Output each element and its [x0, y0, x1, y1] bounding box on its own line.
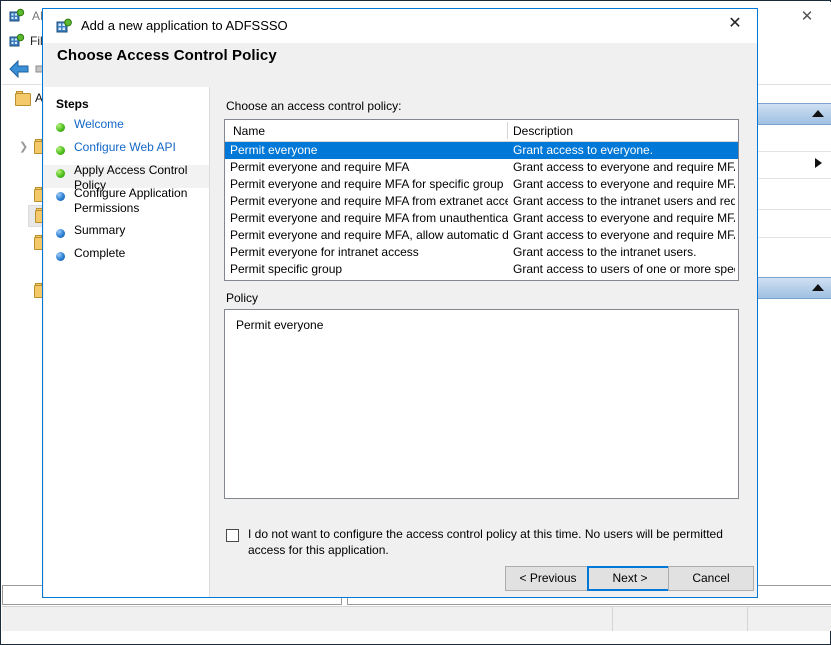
- choose-policy-label: Choose an access control policy:: [226, 99, 402, 113]
- submenu-arrow-icon[interactable]: [815, 158, 822, 168]
- status-bar: [2, 606, 831, 631]
- collapse-triangle-icon[interactable]: [812, 110, 824, 117]
- policy-description: Grant access to everyone.: [513, 143, 654, 157]
- dialog-button-bar: < Previous Next > Cancel: [43, 562, 757, 598]
- policy-name: Permit everyone and require MFA, allow a…: [230, 228, 508, 242]
- column-header-name[interactable]: Name: [233, 124, 265, 138]
- previous-button[interactable]: < Previous: [505, 566, 591, 591]
- step-label: Welcome: [74, 117, 124, 131]
- chevron-right-icon[interactable]: ❯: [19, 140, 28, 153]
- collapse-triangle-icon[interactable]: [812, 284, 824, 291]
- wizard-dialog: Add a new application to ADFSSSO ✕ Choos…: [42, 8, 758, 598]
- sidebar-item-apply-access-control-policy[interactable]: Apply Access Control Policy: [44, 163, 209, 192]
- policy-description: Grant access to users of one or more spe…: [513, 262, 735, 276]
- divider: [612, 607, 613, 631]
- adfs-icon: [9, 8, 25, 24]
- policy-description: Grant access to everyone and require MFA…: [513, 228, 735, 242]
- policy-detail-box[interactable]: Permit everyone: [224, 309, 739, 499]
- policy-name: Permit everyone and require MFA from ext…: [230, 194, 508, 208]
- close-icon[interactable]: ✕: [787, 5, 827, 29]
- table-row[interactable]: Permit everyone and require MFA, allow a…: [225, 227, 738, 244]
- dialog-content: Choose an access control policy: Name De…: [210, 87, 757, 597]
- policy-name: Permit everyone: [230, 143, 318, 157]
- page-title: Choose Access Control Policy: [57, 47, 277, 64]
- adfs-icon: [9, 33, 25, 49]
- wizard-app-icon: [55, 18, 73, 34]
- step-label: Complete: [74, 246, 126, 260]
- sidebar-item-summary[interactable]: Summary: [44, 223, 209, 248]
- divider: [747, 607, 748, 631]
- policy-description: Grant access to everyone and require MFA…: [513, 160, 735, 174]
- steps-panel: Steps Welcome Configure Web API Apply Ac…: [44, 87, 210, 597]
- table-row[interactable]: Permit everyone and require MFA for spec…: [225, 176, 738, 193]
- policy-description: Grant access to the intranet users.: [513, 245, 697, 259]
- step-label: Summary: [74, 223, 126, 237]
- table-row[interactable]: Permit everyone and require MFA from ext…: [225, 193, 738, 210]
- policy-detail-text: Permit everyone: [236, 318, 324, 332]
- sidebar-item-complete[interactable]: Complete: [44, 246, 209, 271]
- table-row[interactable]: Permit everyone Grant access to everyone…: [225, 142, 738, 159]
- step-bullet-icon: [56, 169, 65, 178]
- policy-section-label: Policy: [226, 291, 259, 305]
- skip-policy-checkbox-label: I do not want to configure the access co…: [248, 527, 723, 557]
- step-bullet-icon: [56, 123, 65, 132]
- step-bullet-icon: [56, 146, 65, 155]
- policy-description: Grant access to the intranet users and r…: [513, 194, 735, 208]
- folder-icon: [15, 91, 31, 106]
- policy-description: Grant access to everyone and require MFA…: [513, 177, 735, 191]
- next-button[interactable]: Next >: [587, 566, 673, 591]
- table-row[interactable]: Permit everyone and require MFA Grant ac…: [225, 159, 738, 176]
- table-row[interactable]: Permit everyone and require MFA from una…: [225, 210, 738, 227]
- table-row[interactable]: Permit specific group Grant access to us…: [225, 261, 738, 278]
- step-label: Configure Web API: [74, 140, 176, 154]
- dialog-title: Add a new application to ADFSSSO: [81, 18, 288, 33]
- step-bullet-icon: [56, 192, 65, 201]
- policy-name: Permit everyone and require MFA: [230, 160, 410, 174]
- policy-name: Permit everyone and require MFA for spec…: [230, 177, 504, 191]
- sidebar-item-welcome[interactable]: Welcome: [44, 117, 209, 142]
- step-label: Configure Application Permissions: [74, 186, 188, 215]
- list-header: Name Description: [225, 120, 738, 142]
- policy-name: Permit everyone for intranet access: [230, 245, 419, 259]
- dialog-title-bar: Add a new application to ADFSSSO ✕: [43, 9, 757, 43]
- skip-policy-checkbox[interactable]: [226, 529, 239, 542]
- divider: [507, 122, 508, 139]
- policy-name: Permit everyone and require MFA from una…: [230, 211, 508, 225]
- step-bullet-icon: [56, 252, 65, 261]
- table-row[interactable]: Permit everyone for intranet access Gran…: [225, 244, 738, 261]
- sidebar-item-configure-web-api[interactable]: Configure Web API: [44, 140, 209, 165]
- steps-title: Steps: [56, 97, 89, 111]
- sidebar-item-configure-application-permissions[interactable]: Configure Application Permissions: [44, 186, 209, 222]
- policy-name: Permit specific group: [230, 262, 343, 276]
- policy-list[interactable]: Name Description Permit everyone Grant a…: [224, 119, 739, 281]
- policy-description: Grant access to everyone and require MFA…: [513, 211, 735, 225]
- step-bullet-icon: [56, 229, 65, 238]
- close-icon[interactable]: ✕: [713, 9, 757, 39]
- column-header-description[interactable]: Description: [513, 124, 573, 138]
- cancel-button[interactable]: Cancel: [668, 566, 754, 591]
- back-arrow-icon[interactable]: [8, 59, 30, 82]
